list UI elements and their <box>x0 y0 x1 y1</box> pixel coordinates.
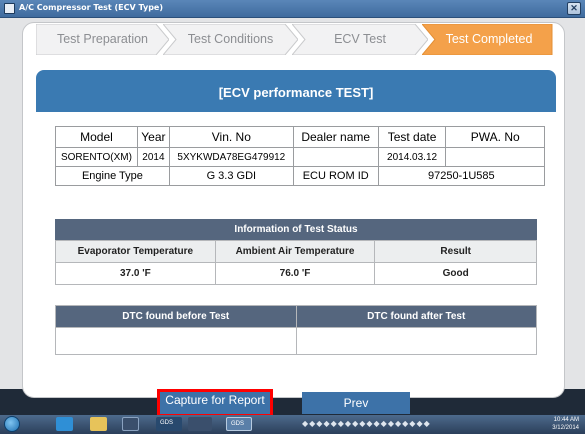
value-year: 2014 <box>136 147 170 167</box>
step-test-preparation[interactable]: Test Preparation <box>36 24 169 55</box>
test-status-section: Information of Test Status Evaporator Te… <box>55 219 537 285</box>
gds-taskbar-item-1[interactable]: GDS <box>156 417 182 431</box>
folder-icon[interactable] <box>90 417 107 431</box>
header-test-date: Test date <box>377 126 447 148</box>
step-label: ECV Test <box>334 32 386 46</box>
step-label: Test Completed <box>445 32 533 46</box>
taskbar-clock[interactable]: 10:44 AM 3/12/2014 <box>552 416 579 432</box>
value-result: Good <box>374 262 537 285</box>
header-pwa: PWA. No <box>445 126 545 148</box>
dtc-before-header: DTC found before Test <box>55 305 297 328</box>
test-status-table: Evaporator Temperature Ambient Air Tempe… <box>55 240 537 285</box>
clock-date: 3/12/2014 <box>552 425 579 431</box>
dtc-section: DTC found before Test DTC found after Te… <box>55 305 537 355</box>
engine-type-label: Engine Type <box>55 166 170 186</box>
test-status-title: Information of Test Status <box>55 219 537 240</box>
dtc-table: DTC found before Test DTC found after Te… <box>55 305 537 355</box>
header-model: Model <box>55 126 138 148</box>
value-dealer <box>292 147 379 167</box>
app-window: A/C Compressor Test (ECV Type) ✕ Test Pr… <box>0 0 585 434</box>
value-pwa <box>445 147 545 167</box>
header-year: Year <box>136 126 170 148</box>
step-test-completed[interactable]: Test Completed <box>422 24 556 55</box>
tool-icon[interactable] <box>188 417 212 431</box>
step-label: Test Preparation <box>56 32 149 46</box>
vehicle-info-table: Model Year Vin. No Dealer name Test date… <box>55 126 546 186</box>
ecu-rom-label: ECU ROM ID <box>292 166 379 186</box>
media-player-icon[interactable] <box>122 417 139 431</box>
header-ambient: Ambient Air Temperature <box>214 240 376 263</box>
step-label: Test Conditions <box>187 32 274 46</box>
capture-for-report-button[interactable]: Capture for Report <box>157 389 273 417</box>
dtc-before-value <box>55 327 297 355</box>
system-tray-icons[interactable]: ◆◆◆◆◆◆◆◆◆◆◆◆◆◆◆◆◆◆ <box>302 419 431 428</box>
browser-icon[interactable] <box>56 417 73 431</box>
page-title: [ECV performance TEST] <box>36 70 556 112</box>
header-evaporator: Evaporator Temperature <box>55 240 216 263</box>
value-ambient: 76.0 'F <box>214 262 376 285</box>
step-indicator: Test Preparation Test Conditions ECV Tes… <box>36 24 556 55</box>
prev-button[interactable]: Prev <box>302 392 410 414</box>
dtc-after-value <box>295 327 537 355</box>
gds-taskbar-item-2[interactable]: GDS <box>226 417 252 431</box>
gds-label: GDS <box>231 421 245 427</box>
header-dealer: Dealer name <box>292 126 379 148</box>
dtc-after-header: DTC found after Test <box>295 305 537 328</box>
value-test-date: 2014.03.12 <box>377 147 447 167</box>
title-bar: A/C Compressor Test (ECV Type) ✕ <box>0 0 585 18</box>
ecu-rom-value: 97250-1U585 <box>377 166 546 186</box>
app-icon <box>4 3 15 14</box>
step-ecv-test[interactable]: ECV Test <box>292 24 428 55</box>
gds-label: GDS <box>160 420 174 426</box>
taskbar: GDS GDS ◆◆◆◆◆◆◆◆◆◆◆◆◆◆◆◆◆◆ 10:44 AM 3/12… <box>0 415 585 434</box>
value-evaporator: 37.0 'F <box>55 262 216 285</box>
window-title: A/C Compressor Test (ECV Type) <box>19 3 164 12</box>
header-vin: Vin. No <box>168 126 294 148</box>
step-test-conditions[interactable]: Test Conditions <box>163 24 298 55</box>
value-vin: 5XYKWDA78EG479912 <box>168 147 294 167</box>
close-button[interactable]: ✕ <box>567 2 581 15</box>
value-model: SORENTO(XM) <box>55 147 138 167</box>
clock-time: 10:44 AM <box>553 417 579 423</box>
header-result: Result <box>374 240 537 263</box>
start-button[interactable] <box>4 416 20 432</box>
engine-type-value: G 3.3 GDI <box>168 166 294 186</box>
